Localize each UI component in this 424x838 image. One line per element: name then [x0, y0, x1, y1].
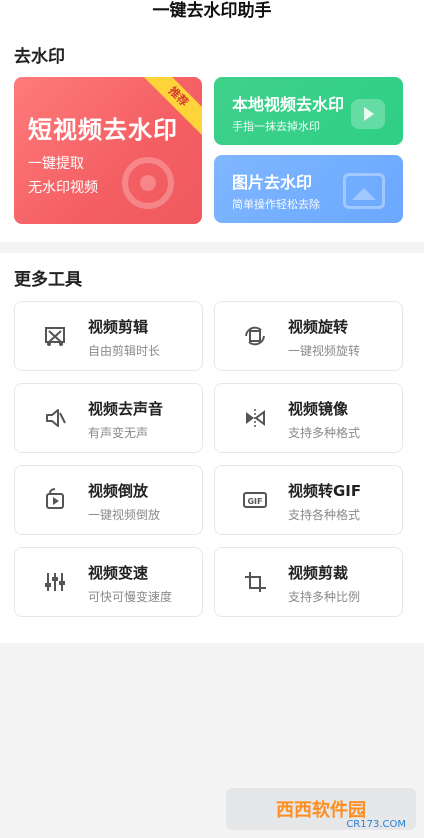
- mute-icon: [41, 404, 69, 432]
- tool-description: 支持多种比例: [288, 590, 361, 604]
- rotate-icon: [241, 322, 269, 350]
- card-subtitle: 简单操作轻松去除: [232, 198, 320, 211]
- card-short-video-remove-watermark[interactable]: 推荐 短视频去水印 一键提取 无水印视频: [14, 77, 202, 224]
- section-title-remove-watermark: 去水印: [14, 47, 65, 67]
- speed-sliders-icon: [41, 568, 69, 596]
- tool-name: 视频剪辑: [88, 318, 149, 336]
- tool-video-reverse[interactable]: 视频倒放 一键视频倒放: [14, 465, 203, 535]
- tool-name: 视频倒放: [88, 482, 149, 500]
- gif-icon: GIF: [241, 486, 269, 514]
- mirror-icon: [241, 404, 269, 432]
- tool-description: 一键视频旋转: [288, 344, 361, 358]
- video-crop-icon: [41, 322, 69, 350]
- card-subtitle-line-1: 一键提取: [28, 156, 84, 172]
- tool-description: 支持各种格式: [288, 508, 361, 522]
- card-subtitle: 手指一抹去掉水印: [232, 120, 320, 133]
- card-title: 短视频去水印: [28, 116, 178, 144]
- tool-video-speed[interactable]: 视频变速 可快可慢变速度: [14, 547, 203, 617]
- tool-video-mirror[interactable]: 视频镜像 支持多种格式: [214, 383, 403, 453]
- site-watermark: 西西软件园 CR173.COM: [226, 788, 416, 830]
- tool-video-to-gif[interactable]: GIF 视频转GIF 支持各种格式: [214, 465, 403, 535]
- svg-text:GIF: GIF: [247, 497, 262, 506]
- tool-video-crop[interactable]: 视频剪裁 支持多种比例: [214, 547, 403, 617]
- watermark-url: CR173.COM: [346, 819, 406, 830]
- film-reel-icon: [122, 157, 174, 209]
- tool-description: 自由剪辑时长: [88, 344, 161, 358]
- image-icon: [343, 173, 385, 209]
- card-title: 图片去水印: [232, 173, 313, 192]
- card-image-remove-watermark[interactable]: 图片去水印 简单操作轻松去除: [214, 155, 403, 223]
- tool-video-edit[interactable]: 视频剪辑 自由剪辑时长: [14, 301, 203, 371]
- tool-name: 视频镜像: [288, 400, 349, 418]
- tool-description: 一键视频倒放: [88, 508, 161, 522]
- tool-name: 视频旋转: [288, 318, 349, 336]
- header-area: 一键去水印助手 去水印 推荐 短视频去水印 一键提取 无水印视频 本地视频去水印…: [0, 0, 424, 242]
- app-title: 一键去水印助手: [152, 1, 272, 21]
- card-title: 本地视频去水印: [232, 95, 345, 114]
- crop-icon: [241, 568, 269, 596]
- more-tools-section: 更多工具 视频剪辑 自由剪辑时长 视频旋转 一键视频旋转 视频去声音 有声变无声…: [0, 253, 424, 643]
- reverse-play-icon: [41, 486, 69, 514]
- tool-name: 视频变速: [88, 564, 149, 582]
- tool-description: 可快可慢变速度: [88, 590, 173, 604]
- card-subtitle-line-2: 无水印视频: [28, 180, 98, 196]
- play-icon: [351, 99, 385, 129]
- tool-name: 视频转GIF: [288, 482, 362, 500]
- tool-name: 视频去声音: [88, 400, 164, 418]
- tool-description: 有声变无声: [88, 426, 149, 440]
- tool-video-mute[interactable]: 视频去声音 有声变无声: [14, 383, 203, 453]
- tool-description: 支持多种格式: [288, 426, 361, 440]
- tool-name: 视频剪裁: [288, 564, 349, 582]
- tool-video-rotate[interactable]: 视频旋转 一键视频旋转: [214, 301, 403, 371]
- section-title-more-tools: 更多工具: [14, 270, 82, 290]
- card-local-video-remove-watermark[interactable]: 本地视频去水印 手指一抹去掉水印: [214, 77, 403, 145]
